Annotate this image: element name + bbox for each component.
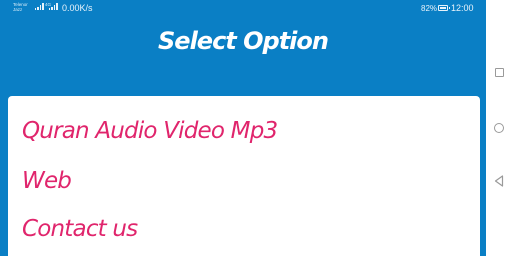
back-triangle-icon[interactable] <box>493 175 505 187</box>
signal-strength-icon <box>49 3 58 10</box>
option-quran-audio-video[interactable]: Quran Audio Video Mp3 <box>22 116 278 146</box>
carrier-line-2: Jazz <box>13 7 23 12</box>
page-title: Select Option <box>158 27 329 55</box>
option-web[interactable]: Web <box>22 166 72 196</box>
recents-square-icon[interactable] <box>493 66 505 78</box>
network-speed: 0.00K/s <box>62 3 93 13</box>
signal-strength-icon <box>35 3 44 10</box>
options-card: Quran Audio Video Mp3 Web Contact us <box>8 96 480 256</box>
system-navigation-bar <box>486 0 512 256</box>
option-contact-us[interactable]: Contact us <box>22 214 138 244</box>
carrier-label: Telenor Jazz <box>13 2 28 12</box>
app-screen: Telenor Jazz 4G 0.00K/s 82% 12:00 Select… <box>0 0 486 256</box>
status-bar: Telenor Jazz 4G 0.00K/s 82% 12:00 <box>0 0 486 18</box>
battery-percent: 82% <box>421 4 438 13</box>
home-circle-icon[interactable] <box>493 122 505 134</box>
status-clock: 12:00 <box>451 3 474 13</box>
battery-icon <box>438 5 450 11</box>
